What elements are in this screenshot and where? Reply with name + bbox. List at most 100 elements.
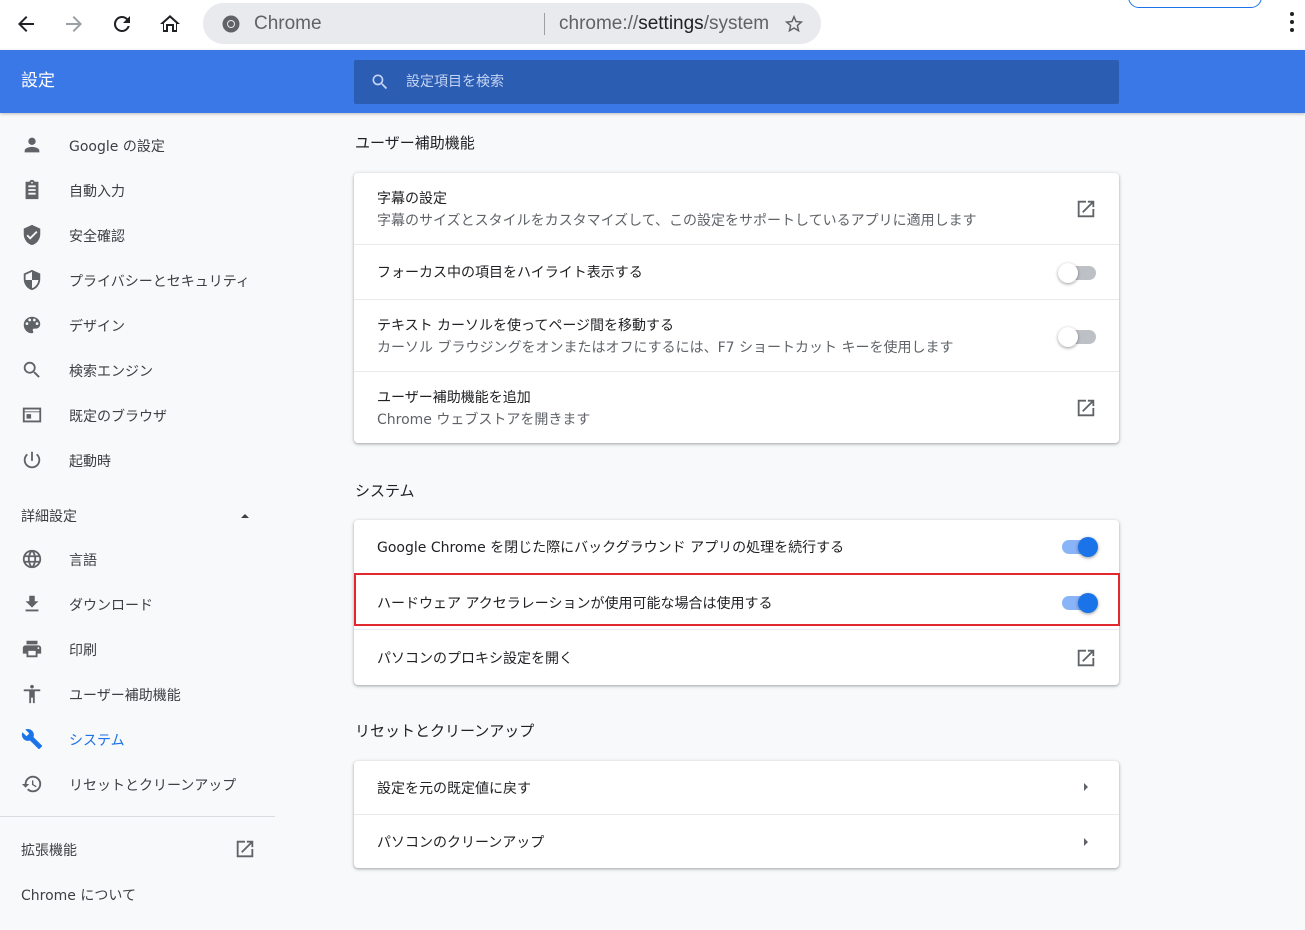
sidebar-item-label: プライバシーとセキュリティ — [69, 273, 250, 290]
browser-window-icon — [22, 407, 42, 423]
search-icon — [23, 361, 40, 378]
sidebar-item-label: 起動時 — [69, 453, 111, 470]
sidebar-divider — [0, 816, 275, 817]
back-arrow-icon — [18, 16, 34, 32]
palette-icon — [23, 316, 41, 334]
advanced-label: 詳細設定 — [21, 509, 77, 525]
page-title: 設定 — [21, 71, 55, 91]
row-secondary-text: カーソル ブラウジングをオンまたはオフにするには、F7 ショートカット キーを使… — [377, 340, 954, 356]
row-secondary-text: 字幕のサイズとスタイルをカスタマイズして、この設定をサポートしているアプリに適用… — [377, 213, 977, 229]
captions-row[interactable]: 字幕の設定 字幕のサイズとスタイルをカスタマイズして、この設定をサポートしている… — [354, 173, 1119, 244]
settings-search[interactable] — [354, 60, 1119, 104]
background-apps-toggle[interactable] — [1058, 536, 1098, 557]
forward-arrow-icon — [66, 16, 82, 32]
reload-button[interactable] — [104, 6, 140, 42]
wrench-icon — [21, 729, 43, 750]
sidebar-item-reset[interactable]: リセットとクリーンアップ — [0, 762, 275, 807]
url-path: /system — [703, 13, 770, 34]
chrome-logo-icon — [222, 15, 240, 33]
sidebar-item-label: 言語 — [69, 552, 97, 569]
proxy-settings-row[interactable]: パソコンのプロキシ設定を開く — [354, 630, 1119, 685]
search-input[interactable] — [406, 60, 1096, 104]
settings-header: 設定 — [0, 50, 1305, 113]
accessibility-card: 字幕の設定 字幕のサイズとスタイルをカスタマイズして、この設定をサポートしている… — [354, 173, 1119, 443]
row-primary-text: パソコンのクリーンアップ — [377, 835, 545, 851]
sidebar-item-extensions[interactable]: 拡張機能 — [21, 840, 77, 860]
row-primary-text: 字幕の設定 — [377, 191, 447, 207]
sidebar-item-downloads[interactable]: ダウンロード — [0, 582, 275, 627]
sidebar-item-label: 既定のブラウザ — [69, 408, 167, 425]
sidebar-item-languages[interactable]: 言語 — [0, 537, 275, 582]
sidebar-item-label: リセットとクリーンアップ — [69, 777, 237, 794]
sidebar-item-label: 検索エンジン — [69, 363, 153, 380]
sidebar-item-printing[interactable]: 印刷 — [0, 627, 275, 672]
row-primary-text: ハードウェア アクセラレーションが使用可能な場合は使用する — [377, 596, 773, 612]
accessibility-icon — [23, 684, 41, 704]
sidebar: Google の設定 自動入力 安全確認 プライバシーとセキュリティ デザイン … — [0, 113, 275, 930]
sidebar-item-safety-check[interactable]: 安全確認 — [0, 213, 275, 258]
sidebar-item-appearance[interactable]: デザイン — [0, 303, 275, 348]
sidebar-item-on-startup[interactable]: 起動時 — [0, 438, 275, 483]
sidebar-item-autofill[interactable]: 自動入力 — [0, 168, 275, 213]
sidebar-advanced-toggle[interactable]: 詳細設定 — [21, 506, 77, 526]
shield-check-icon — [23, 224, 41, 246]
restore-defaults-row[interactable]: 設定を元の既定値に戻す — [354, 761, 1119, 814]
caret-browsing-row[interactable]: テキスト カーソルを使ってページ間を移動する カーソル ブラウジングをオンまたは… — [354, 300, 1119, 371]
row-primary-text: ユーザー補助機能を追加 — [377, 390, 531, 406]
download-icon — [25, 595, 39, 612]
bookmark-star-icon[interactable] — [783, 13, 805, 35]
hardware-acceleration-toggle[interactable] — [1058, 592, 1098, 613]
chevron-right-icon — [1084, 838, 1088, 846]
browser-menu-icon[interactable] — [1286, 12, 1298, 36]
sidebar-item-privacy[interactable]: プライバシーとセキュリティ — [0, 258, 275, 303]
sidebar-item-label: 印刷 — [69, 642, 97, 659]
globe-icon — [22, 549, 42, 569]
cleanup-row[interactable]: パソコンのクリーンアップ — [354, 815, 1119, 868]
extensions-label: 拡張機能 — [21, 843, 77, 859]
chevron-right-icon — [1084, 783, 1088, 791]
row-primary-text: Google Chrome を閉じた際にバックグラウンド アプリの処理を続行する — [377, 540, 845, 556]
section-title-system: システム — [355, 482, 415, 500]
back-button[interactable] — [8, 6, 44, 42]
person-icon — [24, 137, 40, 153]
address-bar[interactable]: Chrome chrome://settings/system — [203, 3, 821, 44]
sidebar-item-system[interactable]: システム — [0, 717, 275, 762]
sidebar-item-accessibility[interactable]: ユーザー補助機能 — [0, 672, 275, 717]
history-icon — [21, 775, 42, 793]
profile-button[interactable] — [1128, 0, 1262, 8]
caret-up-icon[interactable] — [239, 511, 251, 519]
row-primary-text: パソコンのプロキシ設定を開く — [377, 651, 573, 667]
sidebar-item-label: ダウンロード — [69, 597, 153, 614]
hardware-acceleration-row[interactable]: ハードウェア アクセラレーションが使用可能な場合は使用する — [354, 575, 1119, 629]
sidebar-item-default-browser[interactable]: 既定のブラウザ — [0, 393, 275, 438]
printer-icon — [22, 640, 42, 658]
focus-highlight-toggle[interactable] — [1058, 262, 1098, 283]
search-icon — [372, 74, 388, 90]
focus-highlight-row[interactable]: フォーカス中の項目をハイライト表示する — [354, 245, 1119, 299]
url-text[interactable]: chrome://settings/system — [559, 3, 769, 44]
forward-button[interactable] — [56, 6, 92, 42]
home-button[interactable] — [152, 6, 188, 42]
clipboard-icon — [25, 179, 39, 200]
browser-toolbar: Chrome chrome://settings/system — [0, 0, 1305, 50]
sidebar-item-search-engine[interactable]: 検索エンジン — [0, 348, 275, 393]
external-link-icon[interactable] — [1075, 397, 1097, 419]
external-link-icon[interactable] — [1075, 198, 1097, 220]
background-apps-row[interactable]: Google Chrome を閉じた際にバックグラウンド アプリの処理を続行する — [354, 520, 1119, 574]
sidebar-item-label: ユーザー補助機能 — [69, 687, 181, 704]
external-link-icon[interactable] — [234, 838, 256, 860]
sidebar-item-label: デザイン — [69, 318, 125, 335]
row-secondary-text: Chrome ウェブストアを開きます — [377, 412, 591, 428]
power-icon — [23, 451, 41, 469]
external-link-icon[interactable] — [1075, 647, 1097, 669]
system-card: Google Chrome を閉じた際にバックグラウンド アプリの処理を続行する… — [354, 520, 1119, 685]
shield-half-icon — [23, 269, 41, 291]
sidebar-item-label: 自動入力 — [69, 183, 125, 200]
add-accessibility-row[interactable]: ユーザー補助機能を追加 Chrome ウェブストアを開きます — [354, 372, 1119, 443]
url-scheme: chrome:// — [559, 13, 639, 34]
sidebar-item-google[interactable]: Google の設定 — [0, 123, 275, 168]
caret-browsing-toggle[interactable] — [1058, 326, 1098, 347]
url-host: settings — [638, 13, 704, 34]
reload-icon — [113, 15, 130, 32]
sidebar-item-about[interactable]: Chrome について — [21, 885, 136, 905]
